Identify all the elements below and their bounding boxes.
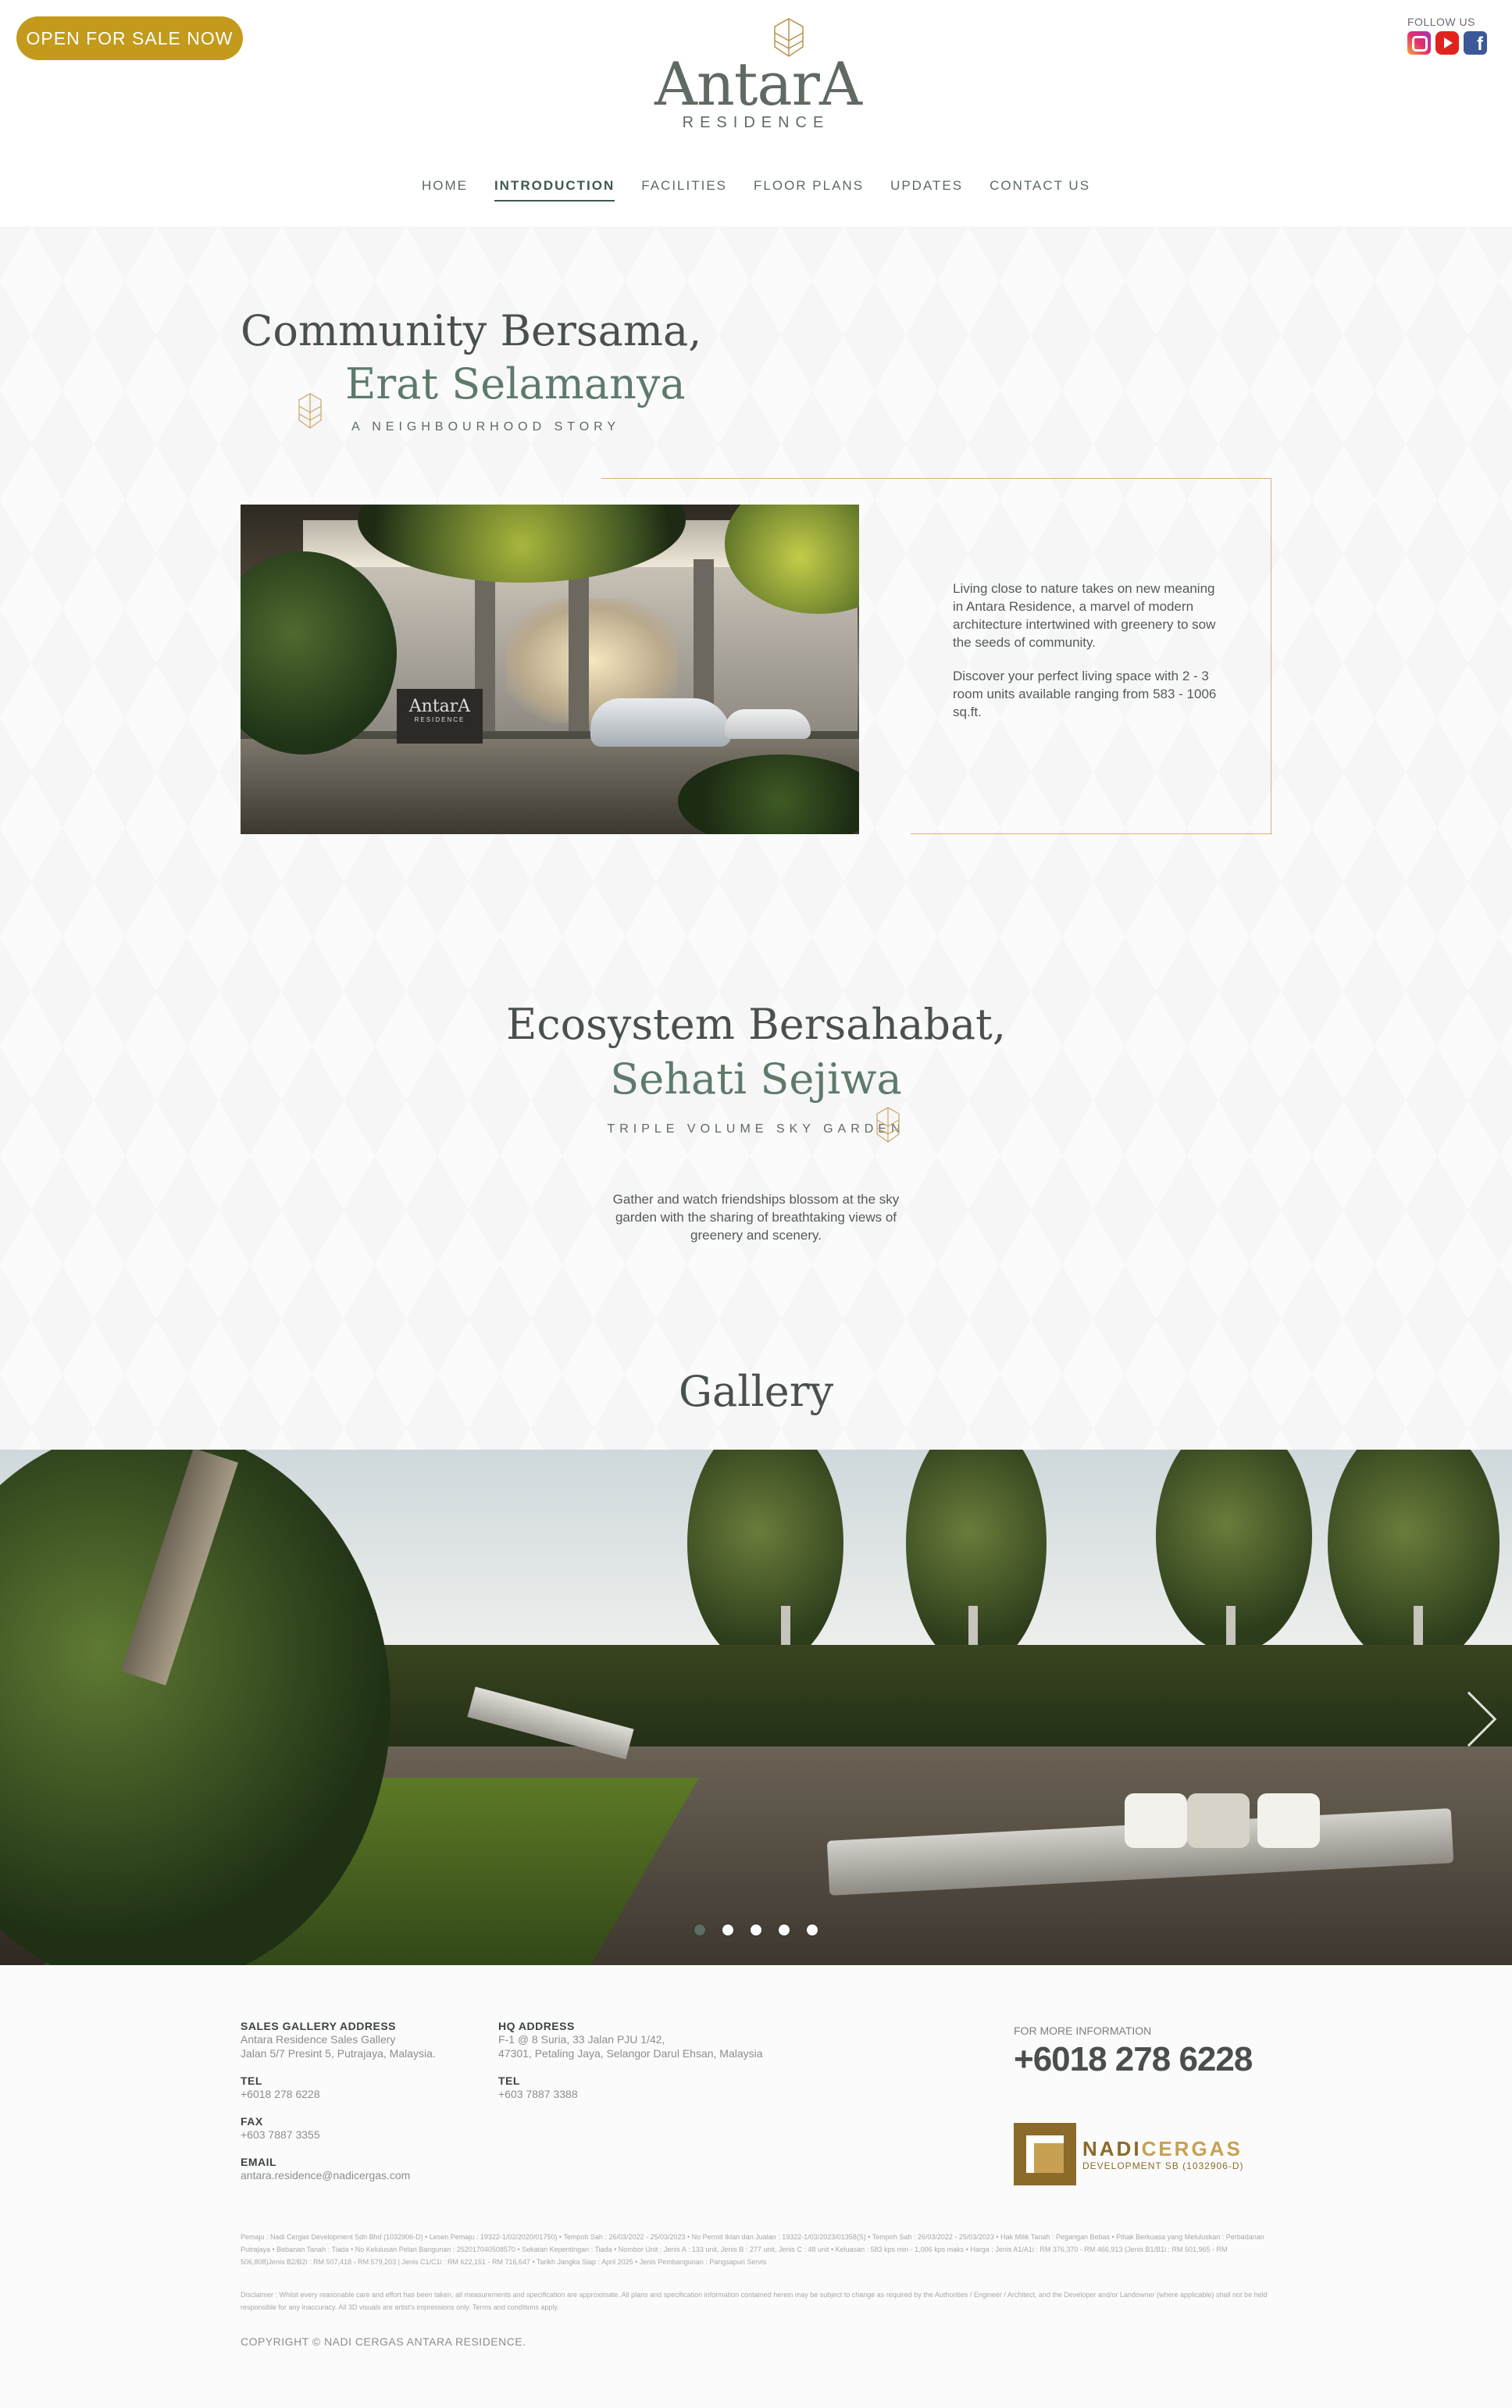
hq-heading: HQ ADDRESS [498, 2020, 575, 2032]
instagram-icon[interactable] [1407, 31, 1431, 55]
sales-tel[interactable]: +6018 278 6228 [241, 2087, 475, 2101]
gold-frame-bottom [911, 833, 1272, 834]
section1-title-line1: Community Bersama, [241, 306, 702, 355]
section2-title-line1: Ecosystem Bersahabat, [505, 1000, 1007, 1049]
copyright: COPYRIGHT © NADI CERGAS ANTARA RESIDENCE… [241, 2335, 526, 2348]
nadi-cergas-logo[interactable]: NADICERGAS DEVELOPMENT SB (1032906-D) [1014, 2123, 1264, 2187]
entrance-photo: AntarA RESIDENCE [241, 505, 859, 834]
photo-signage: AntarA RESIDENCE [397, 689, 483, 744]
slider-dots [0, 1925, 1512, 1935]
email-link[interactable]: antara.residence@nadicergas.com [241, 2168, 475, 2182]
patterned-background [0, 227, 1512, 1450]
follow-us: FOLLOW US f [1407, 16, 1493, 55]
nav-updates[interactable]: UPDATES [890, 178, 963, 202]
photo-sign-sub: RESIDENCE [414, 716, 465, 723]
nav-floor-plans[interactable]: FLOOR PLANS [754, 178, 864, 202]
slider-dot[interactable] [807, 1925, 818, 1935]
section1-paragraph2: Discover your perfect living space with … [953, 669, 1217, 719]
slider-dot[interactable] [722, 1925, 733, 1935]
nav-introduction[interactable]: INTRODUCTION [494, 178, 615, 202]
youtube-icon[interactable] [1435, 31, 1459, 55]
logo-wordmark: AntarA [654, 49, 862, 119]
hq-tel[interactable]: +603 7887 3388 [498, 2087, 811, 2101]
hq-line1: F-1 @ 8 Suria, 33 Jalan PJU 1/42, [498, 2033, 665, 2046]
fax-heading: FAX [241, 2115, 263, 2128]
section2-subtitle: TRIPLE VOLUME SKY GARDEN [607, 1122, 905, 1136]
legal-fine-print: Pemaju : Nadi Cergas Development Sdn Bhd… [241, 2233, 1264, 2266]
sales-gallery-line1: Antara Residence Sales Gallery [241, 2033, 396, 2046]
nav-contact-us[interactable]: CONTACT US [990, 178, 1090, 202]
gallery-slider[interactable] [0, 1450, 1512, 1965]
fax-number: +603 7887 3355 [241, 2128, 320, 2141]
more-info-label: FOR MORE INFORMATION [1014, 2025, 1152, 2037]
site-header: OPEN FOR SALE NOW AntarA RESIDENCE FOLLO… [0, 0, 1512, 227]
section2-title-line2: Sehati Sejiwa [610, 1054, 902, 1104]
leaf-decor-icon [876, 1107, 900, 1143]
sales-tel-heading: TEL [241, 2074, 262, 2087]
section1-subtitle: A NEIGHBOURHOOD STORY [351, 420, 621, 433]
gallery-title: Gallery [678, 1367, 834, 1416]
hq-line2: 47301, Petaling Jaya, Selangor Darul Ehs… [498, 2047, 763, 2060]
sales-gallery-line2: Jalan 5/7 Presint 5, Putrajaya, Malaysia… [241, 2047, 436, 2060]
disclaimer: Disclaimer : Whilst every reasonable car… [241, 2291, 1268, 2311]
leaf-decor-icon [298, 393, 322, 429]
open-for-sale-button[interactable]: OPEN FOR SALE NOW [16, 16, 243, 60]
developer-name-a: NADI [1082, 2137, 1142, 2160]
antara-logo[interactable]: AntarA RESIDENCE [654, 14, 862, 131]
logo-subtitle: RESIDENCE [682, 114, 830, 131]
section1-title-line2: Erat Selamanya [345, 359, 686, 408]
sales-gallery-heading: SALES GALLERY ADDRESS [241, 2020, 397, 2032]
nav-home[interactable]: HOME [422, 178, 468, 202]
section2-paragraph: Gather and watch friendships blossom at … [612, 1192, 900, 1243]
sales-gallery-info: SALES GALLERY ADDRESS Antara Residence S… [241, 2020, 475, 2182]
facebook-icon[interactable]: f [1464, 31, 1487, 55]
photo-sign-name: AntarA [408, 697, 471, 716]
slider-dot[interactable] [751, 1925, 761, 1935]
slider-dot[interactable] [779, 1925, 790, 1935]
slider-dot[interactable] [694, 1925, 705, 1935]
nav-facilities[interactable]: FACILITIES [641, 178, 727, 202]
section1-text: Living close to nature takes on new mean… [953, 580, 1226, 721]
developer-name-b: CERGAS [1141, 2137, 1243, 2160]
email-heading: EMAIL [241, 2156, 277, 2168]
section1-paragraph1: Living close to nature takes on new mean… [953, 581, 1216, 650]
more-info-phone[interactable]: +6018 278 6228 [1014, 2040, 1253, 2079]
follow-label: FOLLOW US [1407, 16, 1475, 28]
hq-tel-heading: TEL [498, 2074, 520, 2087]
developer-sub: DEVELOPMENT SB (1032906-D) [1082, 2160, 1244, 2171]
developer-name: NADICERGAS [1082, 2137, 1243, 2161]
hq-info: HQ ADDRESS F-1 @ 8 Suria, 33 Jalan PJU 1… [498, 2020, 811, 2101]
main-nav: HOME INTRODUCTION FACILITIES FLOOR PLANS… [0, 178, 1512, 202]
nadi-cergas-mark-icon [1014, 2123, 1076, 2185]
